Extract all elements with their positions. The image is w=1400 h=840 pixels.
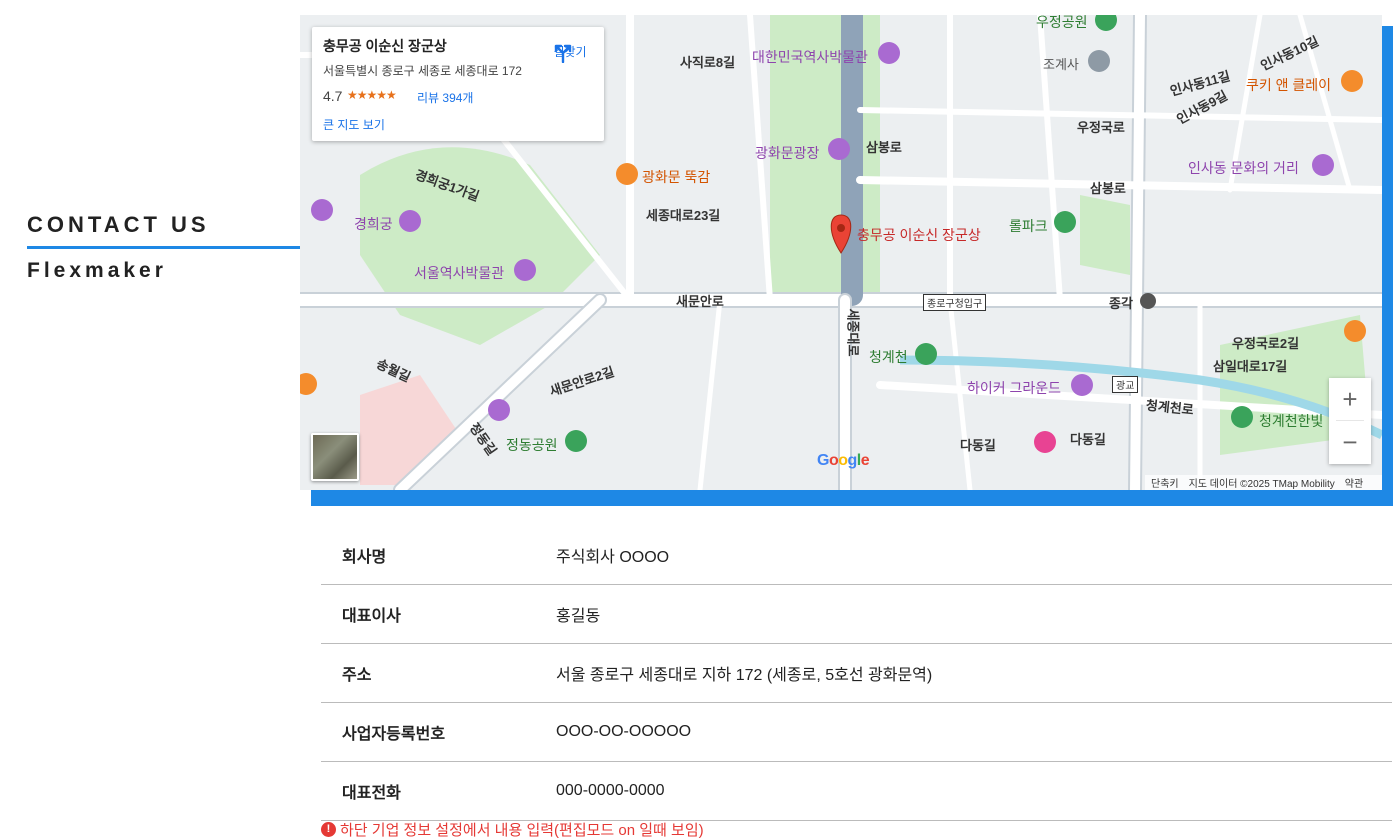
map-label-lolpark[interactable]: 롤파크 bbox=[1009, 216, 1048, 236]
rating-stars-icon: ★★★★★ bbox=[347, 88, 397, 102]
directions-button[interactable]: 길찾기 bbox=[552, 41, 588, 63]
map-label-samborno: 삼봉로 bbox=[866, 140, 902, 155]
place-info-card: 충무공 이순신 장군상 서울특별시 종로구 세종로 세종대로 172 4.7 ★… bbox=[312, 27, 604, 141]
map-label-woojeongro: 우정국로 bbox=[1077, 120, 1125, 135]
table-row: 회사명 주식회사 OOOO bbox=[321, 526, 1392, 585]
zoom-controls: + − bbox=[1329, 378, 1371, 464]
heading-underline bbox=[27, 246, 300, 249]
map-label-sejongdaero23: 세종대로23길 bbox=[646, 208, 721, 223]
map-data-credit: 지도 데이터 ©2025 TMap Mobility bbox=[1188, 479, 1335, 490]
row-value: 000-0000-0000 bbox=[556, 782, 665, 799]
map-label-museum[interactable]: 대한민국역사박물관 bbox=[752, 47, 868, 67]
zoom-out-button[interactable]: − bbox=[1329, 421, 1371, 463]
row-value: OOO-OO-OOOOO bbox=[556, 723, 692, 740]
map-label-dadong-2: 다동길 bbox=[1070, 432, 1106, 447]
map-footer: 단축키 지도 데이터 ©2025 TMap Mobility 약관 bbox=[1145, 475, 1382, 490]
row-label: 대표전화 bbox=[342, 785, 401, 802]
map-label-hiker[interactable]: 하이커 그라운드 bbox=[967, 378, 1061, 398]
row-label: 사업자등록번호 bbox=[342, 726, 446, 743]
map-label-cookie[interactable]: 쿠키 앤 클레이 bbox=[1246, 75, 1331, 95]
terms-link[interactable]: 약관 bbox=[1345, 475, 1363, 490]
company-info-table: 회사명 주식회사 OOOO 대표이사 홍길동 주소 서울 종로구 세종대로 지하… bbox=[321, 526, 1392, 821]
place-address: 서울특별시 종로구 세종로 세종대로 172 bbox=[323, 64, 522, 78]
google-map[interactable]: 충무공 이순신 장군상 대한민국역사박물관 광화문광장 광화문 뚝감 경희궁 서… bbox=[300, 15, 1382, 490]
map-label-marker[interactable]: 충무공 이순신 장군상 bbox=[857, 225, 981, 245]
map-label-sajikro: 사직로8길 bbox=[680, 55, 736, 70]
zoom-in-button[interactable]: + bbox=[1329, 378, 1371, 420]
map-label-insadong[interactable]: 인사동 문화의 거리 bbox=[1188, 158, 1299, 178]
place-rating: 4.7 bbox=[323, 88, 343, 104]
directions-icon bbox=[554, 44, 572, 63]
keyboard-shortcuts-link[interactable]: 단축키 bbox=[1151, 475, 1179, 490]
place-title: 충무공 이순신 장군상 bbox=[323, 38, 447, 54]
google-logo: Google bbox=[817, 452, 870, 469]
row-label: 주소 bbox=[342, 667, 372, 684]
map-label-square[interactable]: 광화문광장 bbox=[755, 143, 819, 163]
view-larger-map-link[interactable]: 큰 지도 보기 bbox=[323, 116, 385, 133]
map-label-dadong: 다동길 bbox=[960, 438, 996, 453]
map-label-gyeonghuigung[interactable]: 경희궁 bbox=[354, 214, 393, 234]
map-label-jeongdong-park[interactable]: 정동공원 bbox=[506, 435, 558, 455]
contact-heading: CONTACT US bbox=[27, 212, 210, 238]
map-label-seoul-museum[interactable]: 서울역사박물관 bbox=[414, 263, 504, 283]
contact-us-title: CONTACT US bbox=[27, 212, 210, 237]
row-value: 홍길동 bbox=[556, 608, 601, 625]
map-label-ttukgam[interactable]: 광화문 뚝감 bbox=[642, 167, 710, 187]
row-label: 회사명 bbox=[342, 549, 387, 566]
table-row: 대표이사 홍길동 bbox=[321, 585, 1392, 644]
reviews-link[interactable]: 리뷰 394개 bbox=[417, 89, 473, 106]
table-row: 사업자등록번호 OOO-OO-OOOOO bbox=[321, 703, 1392, 762]
row-value: 주식회사 OOOO bbox=[556, 549, 670, 566]
map-label-cheonggyecheon[interactable]: 청계천 bbox=[869, 347, 908, 367]
satellite-toggle[interactable] bbox=[311, 433, 359, 481]
map-label-jongro-office: 종로구청입구 bbox=[923, 294, 987, 311]
map-label-woojeongro2: 우정국로2길 bbox=[1232, 336, 1300, 351]
row-label: 대표이사 bbox=[342, 608, 401, 625]
map-label-saemunanro: 새문안로 bbox=[676, 294, 724, 309]
map-label-jogyesa[interactable]: 조계사 bbox=[1043, 54, 1079, 73]
table-row: 대표전화 000-0000-0000 bbox=[321, 762, 1392, 821]
map-label-sejongdaero: 세종대로 bbox=[845, 308, 861, 357]
map-label-woojeong-park[interactable]: 우정공원 bbox=[1036, 15, 1088, 32]
table-row: 주소 서울 종로구 세종대로 지하 172 (세종로, 5호선 광화문역) bbox=[321, 644, 1392, 703]
row-value: 서울 종로구 세종대로 지하 172 (세종로, 5호선 광화문역) bbox=[556, 667, 933, 684]
map-label-samil: 삼일대로17길 bbox=[1213, 359, 1288, 374]
map-label-cheonggye-hanbit[interactable]: 청계천한빛 bbox=[1259, 411, 1323, 431]
map-label-samborno-2: 삼봉로 bbox=[1090, 181, 1126, 196]
brand-name: Flexmaker bbox=[27, 259, 167, 282]
map-label-jonggak: 종각 bbox=[1109, 296, 1133, 311]
map-label-gwanggyo: 광교 bbox=[1112, 376, 1139, 393]
